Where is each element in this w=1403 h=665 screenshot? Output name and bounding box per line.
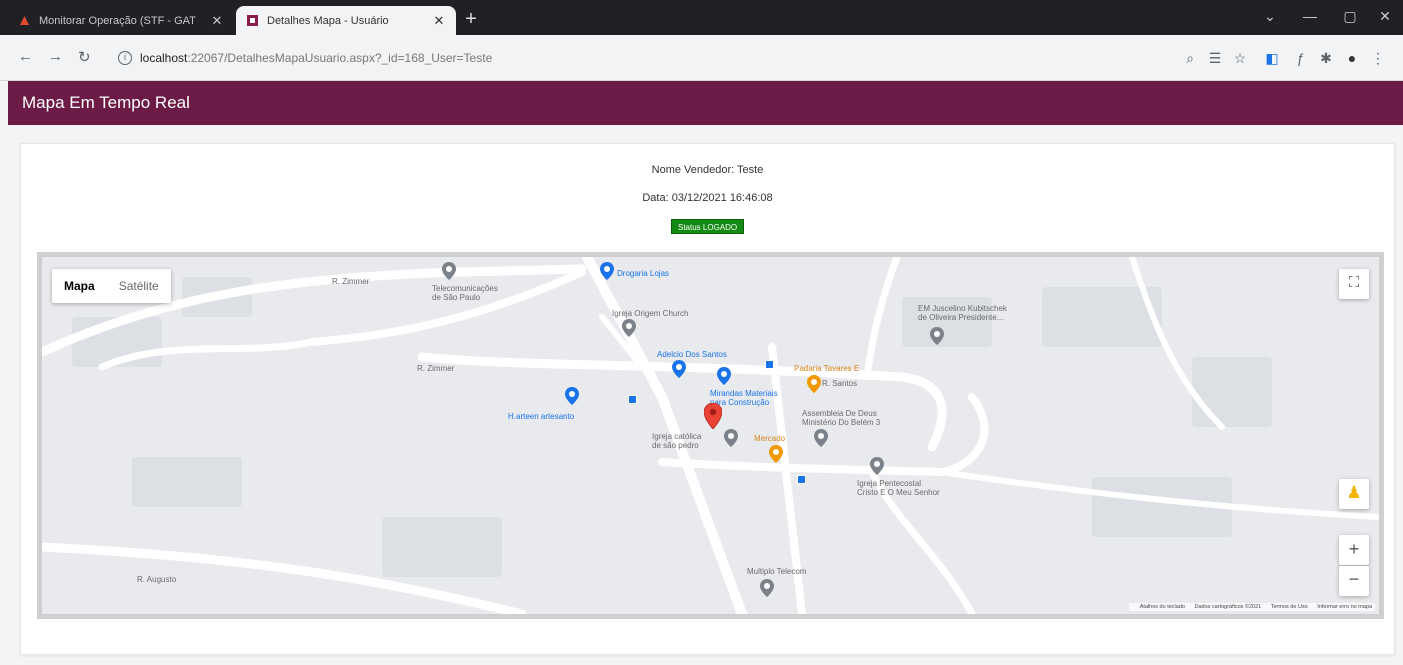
- tab-favicon-icon: [247, 15, 258, 26]
- map-type-map-button[interactable]: Mapa: [52, 279, 107, 293]
- poi-pin-icon[interactable]: [600, 262, 614, 280]
- menu-kebab-icon[interactable]: ⋮: [1368, 48, 1388, 68]
- close-tab-icon[interactable]: ✕: [210, 13, 224, 29]
- tab-monitorar[interactable]: Monitorar Operação (STF - GAT ✕: [8, 6, 234, 35]
- map-type-toggle[interactable]: Mapa Satélite: [52, 269, 171, 303]
- new-tab-icon[interactable]: +: [460, 9, 482, 31]
- site-info-icon[interactable]: i: [118, 51, 132, 65]
- page-header: Mapa Em Tempo Real: [8, 81, 1403, 125]
- keyboard-shortcuts-link[interactable]: Atalhos do teclado: [1140, 604, 1185, 610]
- extensions-puzzle-icon[interactable]: ✱: [1316, 48, 1336, 68]
- report-error-link[interactable]: Informar erro no mapa: [1317, 604, 1372, 610]
- poi-pin-icon[interactable]: [724, 429, 738, 447]
- poi-label: Telecomunicações de São Paulo: [432, 284, 498, 302]
- zoom-in-icon[interactable]: +: [1339, 535, 1369, 565]
- pegman-icon[interactable]: ♟: [1339, 479, 1369, 509]
- profile-avatar-icon[interactable]: ●: [1342, 48, 1362, 68]
- street-label: R. Zimmer: [332, 277, 370, 286]
- forward-icon[interactable]: →: [48, 48, 63, 65]
- zoom-icon[interactable]: ⌕: [1180, 48, 1200, 68]
- status-badge: Status LOGADO: [671, 219, 745, 234]
- bus-stop-icon[interactable]: [765, 360, 774, 369]
- back-icon[interactable]: ←: [18, 48, 33, 65]
- poi-pin-icon[interactable]: [807, 375, 821, 393]
- poi-label: Igreja católica de são pedro: [652, 432, 702, 450]
- street-label: R. Zimmer: [417, 364, 455, 373]
- poi-pin-icon[interactable]: [814, 429, 828, 447]
- poi-label: Assembleia De Deus Ministério Do Belém 3: [802, 409, 881, 427]
- street-label: R. Augusto: [137, 575, 177, 584]
- map-canvas[interactable]: [42, 257, 1379, 614]
- zoom-out-icon[interactable]: −: [1339, 566, 1369, 596]
- poi-pin-icon[interactable]: [769, 445, 783, 463]
- poi-label: EM Juscelino Kubitschek de Oliveira Pres…: [918, 304, 1007, 322]
- poi-label: Padaria Tavares E: [794, 364, 860, 373]
- poi-pin-icon[interactable]: [717, 367, 731, 385]
- bus-stop-icon[interactable]: [797, 475, 806, 484]
- poi-label: Igreja Origem Church: [612, 309, 689, 318]
- address-bar: ← → ↻ i localhost:22067/DetalhesMapaUsua…: [0, 35, 1403, 81]
- poi-label: Mercado: [754, 434, 786, 443]
- poi-label: H.arteen artesanto: [508, 412, 575, 421]
- timestamp: Data: 03/12/2021 16:46:08: [642, 192, 773, 204]
- poi-label: Drogaria Lojas: [617, 269, 670, 278]
- poi-pin-icon[interactable]: [672, 360, 686, 378]
- poi-pin-icon[interactable]: [622, 319, 636, 337]
- tab-search-icon[interactable]: ⌄: [1255, 8, 1285, 25]
- extension-formula-icon[interactable]: ƒ: [1290, 48, 1310, 68]
- location-marker-icon[interactable]: [704, 403, 722, 429]
- poi-pin-icon[interactable]: [760, 579, 774, 597]
- page-title: Mapa Em Tempo Real: [22, 93, 190, 112]
- map-data-text: Dados cartográficos ©2021: [1194, 604, 1262, 610]
- maximize-icon[interactable]: ▢: [1335, 8, 1365, 25]
- map-container[interactable]: Mapa Satélite ⛶ ♟ + − R. Zimmer Telecomu…: [37, 252, 1384, 619]
- poi-label: Multiplo Telecom: [747, 567, 807, 576]
- street-label: R. Santos: [822, 379, 858, 388]
- tab-detalhes-mapa[interactable]: Detalhes Mapa - Usuário ✕: [236, 6, 456, 35]
- poi-label: Adelcio Dos Santos: [657, 350, 727, 359]
- tab-title: Detalhes Mapa - Usuário: [267, 14, 389, 27]
- content-card: Nome Vendedor: Teste Data: 03/12/2021 16…: [20, 143, 1395, 655]
- url-host: localhost: [140, 51, 188, 65]
- star-icon[interactable]: ☆: [1230, 48, 1250, 68]
- close-window-icon[interactable]: ✕: [1370, 8, 1400, 25]
- terms-link[interactable]: Termos de Uso: [1271, 604, 1308, 610]
- tab-title: Monitorar Operação (STF - GAT: [39, 14, 196, 27]
- fullscreen-icon[interactable]: ⛶: [1339, 269, 1369, 299]
- map-attribution: Atalhos do teclado Dados cartográficos ©…: [1128, 603, 1375, 611]
- poi-label: Igreja Pentecostal Cristo E O Meu Senhor: [857, 479, 940, 497]
- reload-icon[interactable]: ↻: [78, 48, 91, 66]
- browser-tab-bar: Monitorar Operação (STF - GAT ✕ Detalhes…: [0, 0, 1403, 35]
- poi-pin-icon[interactable]: [870, 457, 884, 475]
- map-type-satellite-button[interactable]: Satélite: [107, 279, 171, 293]
- url-path: :22067/DetalhesMapaUsuario.aspx?_id=168_…: [187, 51, 493, 65]
- poi-pin-icon[interactable]: [930, 327, 944, 345]
- tab-favicon-icon: [20, 16, 29, 25]
- bus-stop-icon[interactable]: [628, 395, 637, 404]
- extension-translate-icon[interactable]: ◧: [1262, 48, 1282, 68]
- poi-pin-icon[interactable]: [565, 387, 579, 405]
- reader-icon[interactable]: ☰: [1205, 48, 1225, 68]
- url-input[interactable]: i localhost:22067/DetalhesMapaUsuario.as…: [108, 44, 1168, 72]
- close-tab-icon[interactable]: ✕: [432, 13, 446, 29]
- vendor-name: Nome Vendedor: Teste: [651, 164, 764, 176]
- poi-pin-icon[interactable]: [442, 262, 456, 280]
- minimize-icon[interactable]: —: [1295, 8, 1325, 24]
